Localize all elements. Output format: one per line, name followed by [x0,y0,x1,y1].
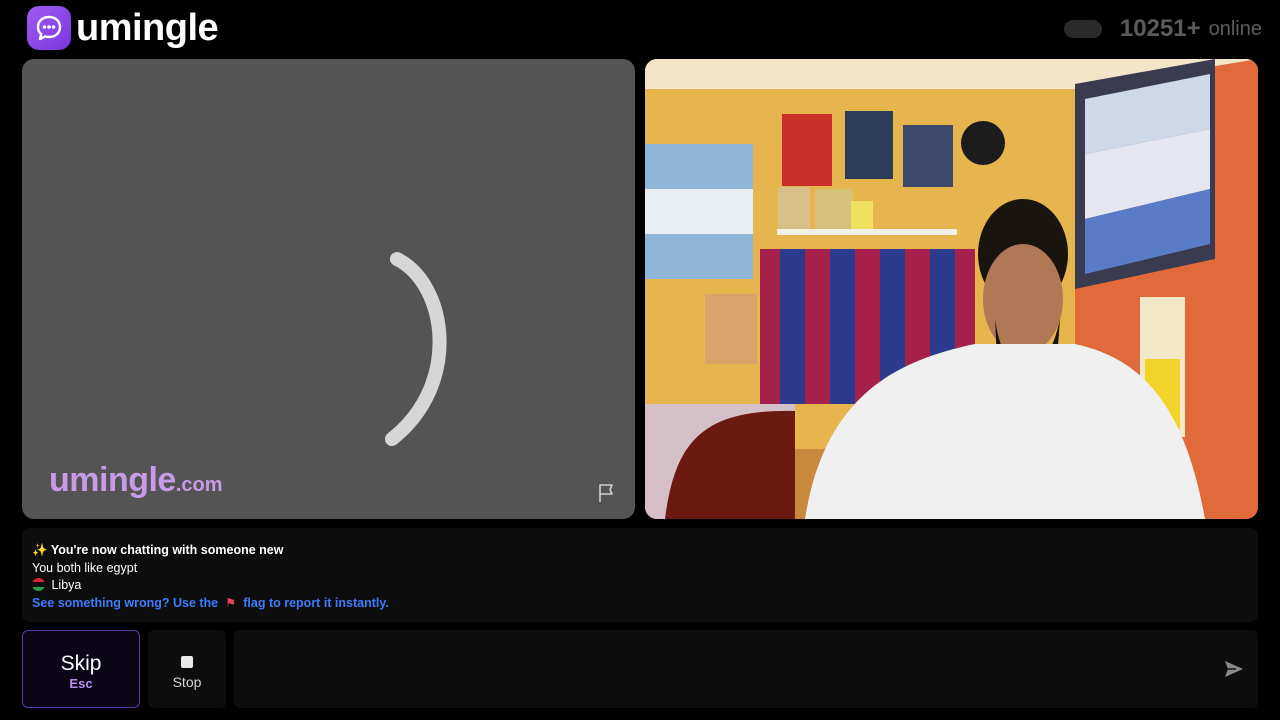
chat-bubble-icon [27,6,71,50]
sparkles-icon: ✨ [32,543,48,557]
local-video-panel: umingle.com [22,59,635,519]
stop-label: Stop [172,674,202,690]
report-hint-suffix: flag to report it instantly. [243,595,389,610]
red-flag-icon: ⚑ [221,595,240,610]
remote-video-feed [645,59,1258,519]
loading-spinner-icon [385,252,447,446]
report-flag-button[interactable] [596,482,618,509]
stop-button[interactable]: Stop [148,630,226,708]
online-label: online [1208,17,1262,40]
stop-icon [181,656,193,668]
skip-label: Skip [60,652,102,675]
partner-country-line: Libya [32,577,1258,595]
theme-toggle[interactable] [1063,20,1102,38]
libya-flag-icon [32,578,45,591]
skip-button[interactable]: Skip Esc [22,630,140,708]
online-count: 10251+ [1119,15,1201,42]
watermark-main: umingle [49,461,176,499]
report-hint-prefix: See something wrong? Use the [32,595,219,610]
common-interests-line: You both like egypt [32,560,138,575]
brand-name: umingle [76,7,219,49]
send-arrow-icon [1225,661,1243,677]
message-input[interactable] [248,630,1212,710]
watermark-suffix: .com [175,474,223,496]
flag-outline-icon [599,484,613,502]
chat-status-line: ✨ You're now chatting with someone new [32,542,1258,560]
brand-logo[interactable]: umingle [27,6,219,50]
report-hint[interactable]: See something wrong? Use the ⚑ flag to r… [32,595,1258,613]
message-composer [234,630,1258,710]
watermark: umingle.com [49,461,223,500]
online-indicator: 10251+ online [1063,12,1262,46]
send-button[interactable] [1224,660,1244,683]
remote-video-panel [645,59,1258,519]
chat-log: ✨ You're now chatting with someone new Y… [22,528,1258,622]
partner-country: Libya [51,578,82,592]
skip-shortcut: Esc [69,676,93,691]
chat-status-text: You're now chatting with someone new [50,543,284,557]
